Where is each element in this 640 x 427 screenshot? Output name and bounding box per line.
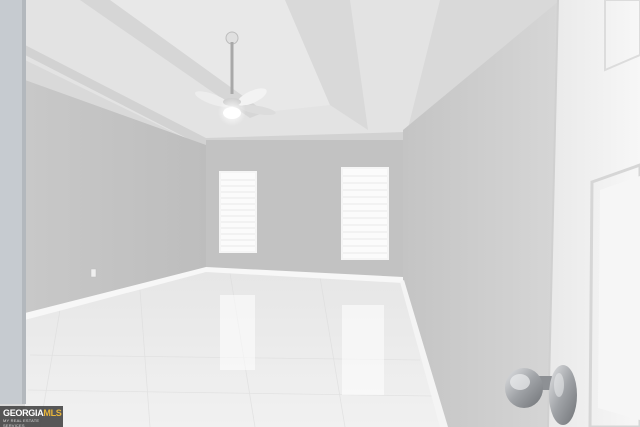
watermark-brand: GEORGIAMLS [3, 408, 62, 418]
watermark-tagline: MY REAL ESTATE SERVICES [3, 418, 40, 427]
door[interactable] [547, 0, 640, 427]
window-right [341, 167, 389, 260]
wall-outlet [90, 268, 97, 278]
floor-reflection-right [342, 305, 384, 395]
room-photo [0, 0, 640, 427]
floor-reflection-left [220, 295, 255, 370]
left-jamb-edge [22, 0, 26, 404]
georgia-mls-watermark: GEORGIAMLS MY REAL ESTATE SERVICES [0, 406, 63, 427]
window-left [219, 171, 257, 253]
